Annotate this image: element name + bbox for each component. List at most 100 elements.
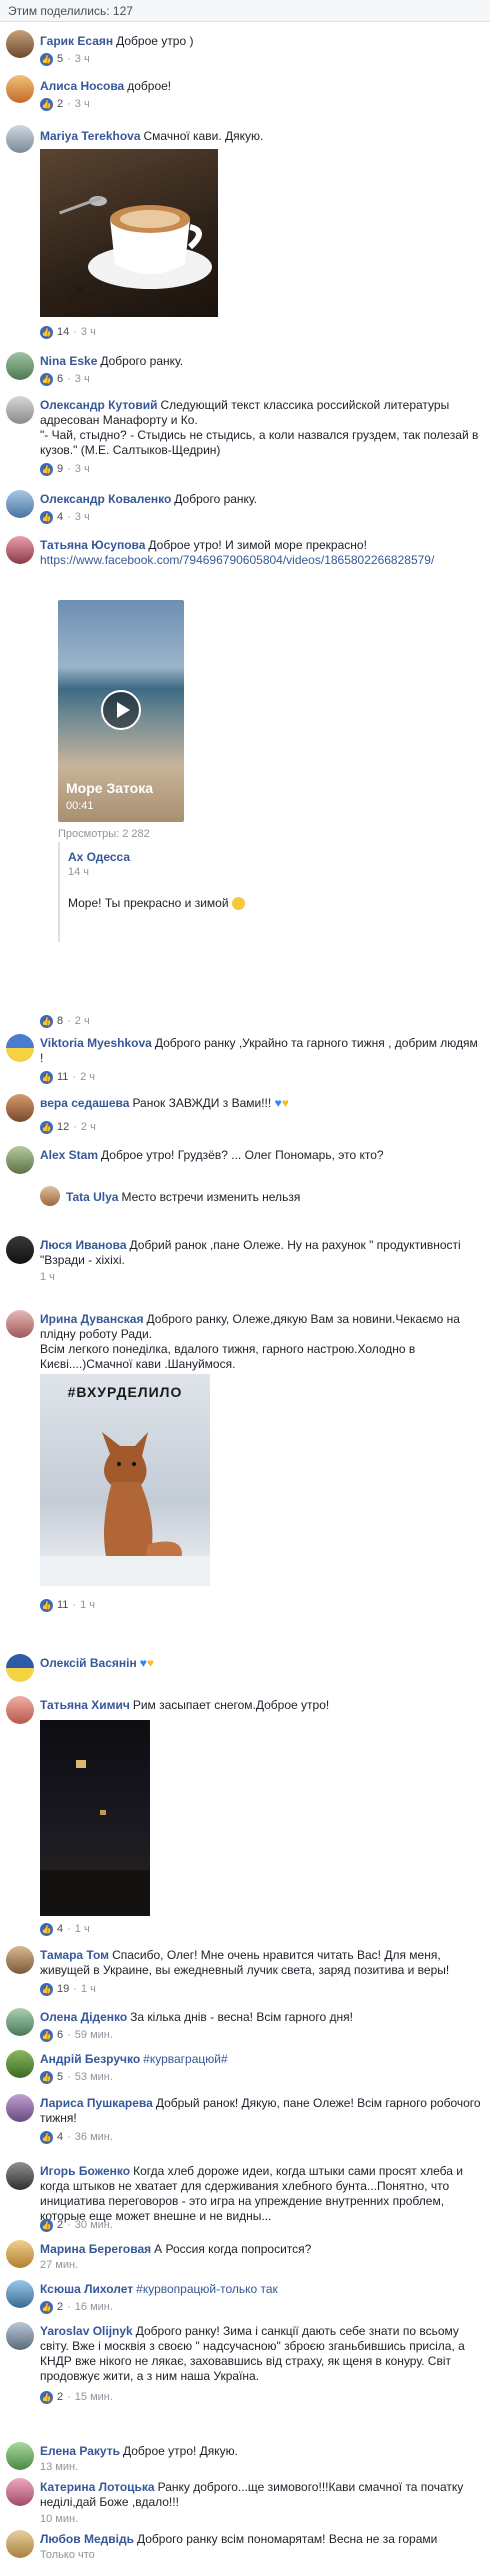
like-count[interactable]: 12 [57,1120,69,1134]
like-count[interactable]: 6 [57,372,63,386]
timestamp[interactable]: 15 мин. [75,2390,113,2404]
reply-author[interactable]: Tata Ulya [66,1190,118,1204]
timestamp[interactable]: 3 ч [75,462,90,476]
like-count[interactable]: 2 [57,97,63,111]
night-photo[interactable] [40,1720,150,1916]
avatar[interactable] [6,1094,34,1122]
comment-author[interactable]: Олександр Кутовий [40,398,158,412]
comment-author[interactable]: Любов Медвідь [40,2532,134,2546]
avatar[interactable] [6,352,34,380]
comment-author[interactable]: Алиса Носова [40,79,124,93]
comment-author[interactable]: Nina Eske [40,354,97,368]
timestamp[interactable]: 53 мин. [75,2070,113,2084]
like-count[interactable]: 9 [57,462,63,476]
comment-author[interactable]: Ксюша Лихолет [40,2282,133,2296]
like-count[interactable]: 5 [57,52,63,66]
reply-author[interactable]: Ах Одесса [68,850,130,864]
comment-author[interactable]: Люся Иванова [40,1238,127,1252]
avatar[interactable] [6,1654,34,1682]
like-count[interactable]: 4 [57,1922,63,1936]
hashtag-link[interactable]: #курвопрацюй-только так [136,2282,278,2296]
timestamp[interactable]: 1 ч [40,1270,55,1284]
avatar[interactable] [6,2094,34,2122]
avatar[interactable] [6,2008,34,2036]
timestamp[interactable]: 16 мин. [75,2300,113,2314]
comment-author[interactable]: Татьяна Химич [40,1698,130,1712]
reply-time[interactable]: 14 ч [68,866,89,878]
video-thumbnail[interactable]: Море Затока 00:41 [58,600,184,822]
play-button[interactable] [101,690,141,730]
timestamp[interactable]: 1 ч [81,1982,96,1996]
comment-author[interactable]: Марина Береговая [40,2242,151,2256]
comment-author[interactable]: Андрій Безручко [40,2052,140,2066]
avatar[interactable] [6,75,34,103]
avatar[interactable] [6,396,34,424]
comment-author[interactable]: вера седашева [40,1096,129,1110]
avatar[interactable] [6,1696,34,1724]
comment-author[interactable]: Ирина Дуванская [40,1312,143,1326]
comment-author[interactable]: Yaroslav Olijnyk [40,2324,133,2338]
comment-author[interactable]: Олександр Коваленко [40,492,171,506]
shares-count[interactable]: Этим поделились: 127 [8,4,133,18]
avatar[interactable] [6,1146,34,1174]
avatar[interactable] [6,2478,34,2506]
comment-author[interactable]: Гарик Есаян [40,34,113,48]
comment-author[interactable]: Игорь Боженко [40,2164,130,2178]
timestamp[interactable]: 36 мин. [75,2130,113,2144]
like-count[interactable]: 8 [57,1014,63,1028]
timestamp[interactable]: 3 ч [81,325,96,339]
comment-author[interactable]: Татьяна Юсупова [40,538,145,552]
hashtag-link[interactable]: #курваграцюй# [143,2052,228,2066]
like-count[interactable]: 2 [57,2300,63,2314]
timestamp[interactable]: Только что [40,2548,95,2562]
comment-author[interactable]: Олексій Васянін [40,1656,137,1670]
timestamp[interactable]: 3 ч [75,52,90,66]
comment-author[interactable]: Mariya Terekhova [40,129,141,143]
like-count[interactable]: 11 [57,1070,68,1084]
avatar[interactable] [6,2442,34,2470]
avatar[interactable] [6,2050,34,2078]
timestamp[interactable]: 2 ч [80,1070,95,1084]
like-count[interactable]: 2 [57,2390,63,2404]
like-count[interactable]: 2 [57,2218,63,2232]
like-count[interactable]: 5 [57,2070,63,2084]
avatar[interactable] [6,1946,34,1974]
video-link[interactable]: https://www.facebook.com/794696790605804… [40,553,434,567]
avatar[interactable] [6,2530,34,2558]
timestamp[interactable]: 3 ч [75,372,90,386]
avatar[interactable] [6,536,34,564]
like-count[interactable]: 11 [57,1598,68,1612]
like-count[interactable]: 4 [57,2130,63,2144]
like-count[interactable]: 14 [57,325,69,339]
avatar[interactable] [6,2322,34,2350]
timestamp[interactable]: 3 ч [75,510,90,524]
timestamp[interactable]: 30 мин. [75,2218,113,2232]
like-count[interactable]: 6 [57,2028,63,2042]
avatar[interactable] [6,1310,34,1338]
timestamp[interactable]: 1 ч [80,1598,95,1612]
coffee-photo[interactable] [40,149,218,317]
timestamp[interactable]: 1 ч [75,1922,90,1936]
timestamp[interactable]: 13 мин. [40,2460,78,2474]
avatar[interactable] [6,2280,34,2308]
comment-author[interactable]: Елена Ракуть [40,2444,120,2458]
timestamp[interactable]: 3 ч [75,97,90,111]
timestamp[interactable]: 27 мин. [40,2258,78,2272]
timestamp[interactable]: 59 мин. [75,2028,113,2042]
timestamp[interactable]: 2 ч [75,1014,90,1028]
comment-author[interactable]: Катерина Лотоцька [40,2480,155,2494]
avatar[interactable] [6,2162,34,2190]
avatar[interactable] [40,1186,60,1206]
shares-bar[interactable]: Этим поделились: 127 [0,0,490,22]
like-count[interactable]: 4 [57,510,63,524]
comment-author[interactable]: Лариса Пушкарева [40,2096,153,2110]
avatar[interactable] [6,2240,34,2268]
fox-photo[interactable]: #ВХУРДЕЛИЛО [40,1374,210,1586]
avatar[interactable] [6,125,34,153]
comment-author[interactable]: Тамара Том [40,1948,109,1962]
avatar[interactable] [6,490,34,518]
comment-author[interactable]: Viktoria Myeshkova [40,1036,152,1050]
timestamp[interactable]: 10 мин. [40,2512,78,2526]
like-count[interactable]: 19 [57,1982,69,1996]
timestamp[interactable]: 2 ч [81,1120,96,1134]
